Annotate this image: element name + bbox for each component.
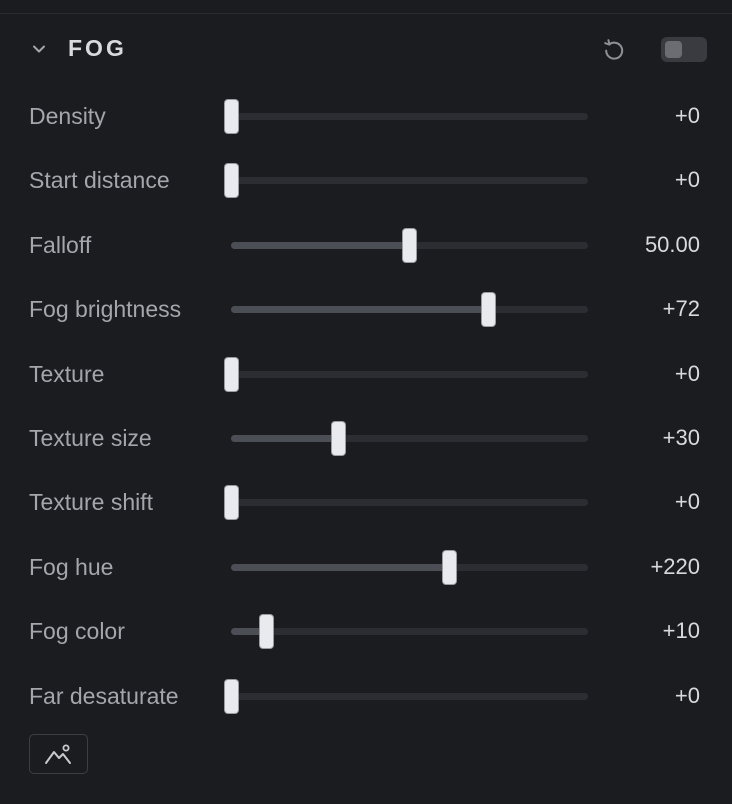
slider-label: Texture size — [29, 424, 152, 451]
toggle-knob — [665, 41, 682, 58]
slider-value: +30 — [662, 424, 700, 450]
slider-thumb[interactable] — [403, 228, 416, 262]
slider-track[interactable] — [224, 100, 588, 133]
slider-fill — [231, 241, 410, 249]
slider-value: +0 — [674, 489, 700, 515]
slider-row: Far desaturate +0 — [0, 664, 732, 728]
slider-value: +0 — [674, 167, 700, 193]
slider-thumb[interactable] — [224, 100, 238, 133]
slider-fill — [231, 563, 450, 571]
slider-row: Density +0 — [0, 84, 732, 148]
slider-row: Texture +0 — [0, 342, 732, 406]
landscape-preset-button[interactable] — [29, 734, 88, 774]
slider-label: Texture shift — [29, 489, 153, 516]
slider-value: +0 — [674, 360, 700, 386]
slider-track[interactable] — [231, 550, 588, 584]
slider-track[interactable] — [224, 164, 588, 198]
slider-thumb[interactable] — [224, 164, 238, 198]
slider-value: +72 — [662, 296, 700, 322]
mountain-landscape-icon — [45, 744, 71, 764]
slider-value: +220 — [650, 553, 700, 579]
slider-row: Texture shift +0 — [0, 470, 732, 534]
slider-value: 50.00 — [644, 231, 700, 257]
slider-thumb[interactable] — [224, 357, 238, 391]
slider-track[interactable] — [224, 357, 588, 391]
slider-track[interactable] — [224, 679, 588, 713]
slider-label: Density — [29, 103, 106, 129]
slider-row: Texture size +30 — [0, 406, 732, 470]
slider-row: Falloff 50.00 — [0, 213, 732, 277]
slider-track[interactable] — [231, 615, 588, 649]
slider-track[interactable] — [231, 293, 588, 327]
slider-thumb[interactable] — [260, 615, 274, 649]
slider-row: Fog brightness +72 — [0, 277, 732, 341]
slider-track[interactable] — [231, 421, 588, 455]
slider-value: +0 — [674, 103, 700, 128]
slider-list: Density +0 Start distance +0 Falloff 50.00 Fog… — [0, 84, 732, 728]
fog-enable-toggle[interactable] — [661, 37, 707, 62]
slider-label: Texture — [29, 360, 105, 387]
slider-thumb[interactable] — [224, 486, 238, 520]
slider-label: Fog color — [29, 618, 125, 645]
slider-row: Fog color +10 — [0, 599, 732, 663]
slider-track[interactable] — [224, 486, 588, 520]
slider-value: +10 — [662, 618, 700, 644]
slider-label: Far desaturate — [29, 682, 179, 709]
fog-section-header[interactable]: FOG — [0, 24, 732, 74]
slider-label: Start distance — [29, 167, 170, 194]
slider-thumb[interactable] — [481, 293, 495, 327]
slider-label: Fog brightness — [29, 296, 182, 323]
slider-row: Fog hue +220 — [0, 535, 732, 599]
section-title: FOG — [68, 35, 127, 61]
reset-icon[interactable] — [600, 36, 628, 64]
slider-track[interactable] — [231, 228, 588, 262]
top-divider — [0, 13, 732, 14]
slider-row: Start distance +0 — [0, 148, 732, 212]
slider-label: Fog hue — [29, 553, 114, 580]
slider-label: Falloff — [29, 231, 92, 258]
slider-thumb[interactable] — [224, 679, 238, 713]
slider-fill — [231, 306, 489, 314]
chevron-down-icon[interactable] — [30, 40, 48, 58]
slider-thumb[interactable] — [331, 421, 345, 455]
slider-fill — [231, 434, 339, 442]
slider-value: +0 — [674, 682, 700, 708]
slider-thumb[interactable] — [442, 550, 456, 584]
